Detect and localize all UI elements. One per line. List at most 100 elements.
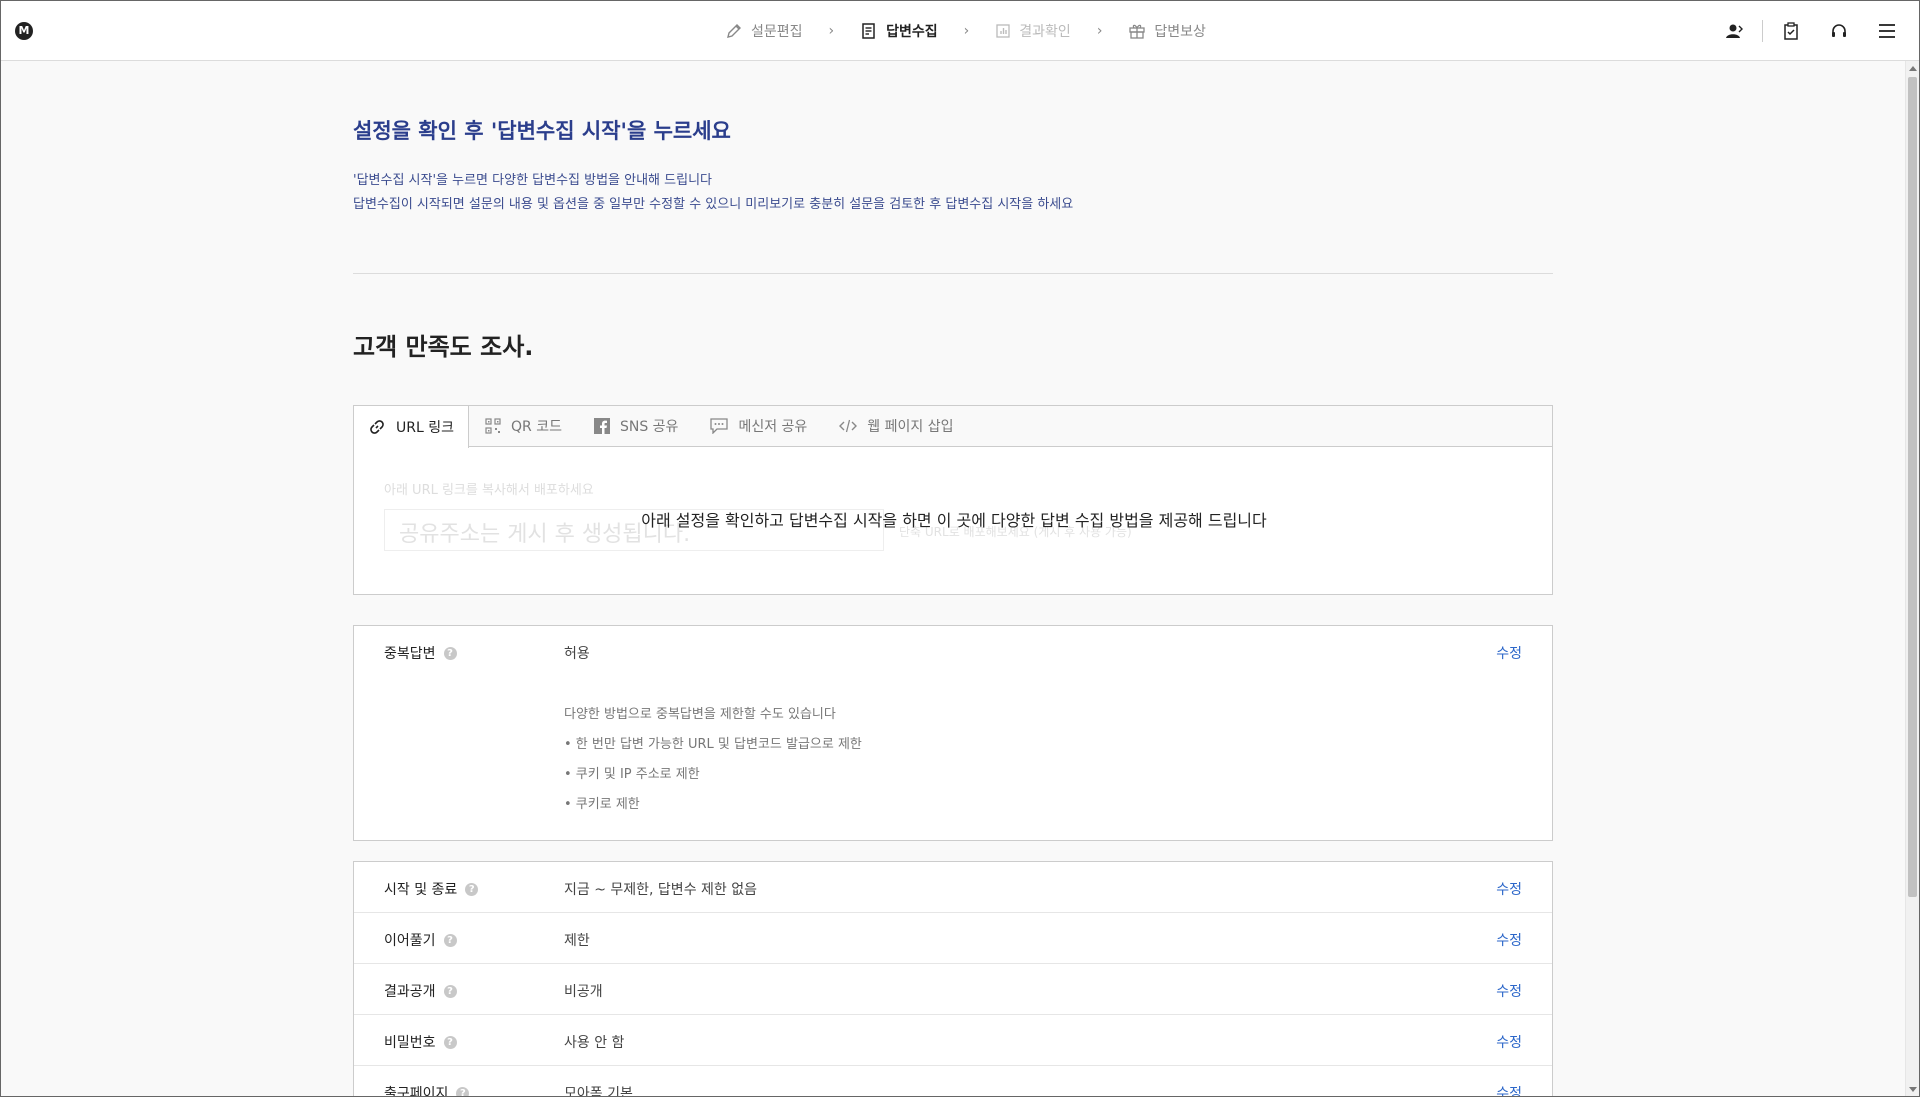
setting-label: 시작 및 종료 ?: [384, 879, 479, 899]
description-line: 답변수집이 시작되면 설문의 내용 및 옵션을 중 일부만 수정할 수 있으니 …: [353, 197, 1074, 212]
menu-button[interactable]: [1863, 1, 1911, 61]
setting-label-text: 결과공개: [384, 984, 436, 1000]
step-label: 설문편집: [751, 24, 803, 40]
link-icon: [370, 420, 384, 434]
edit-link[interactable]: 수정: [1496, 981, 1522, 1001]
setting-label: 출구페이지 ?: [384, 1083, 470, 1097]
headset-icon: [1832, 24, 1846, 37]
step-navigation: 설문편집 › 답변수집 › 결과확인 › 답변보상: [725, 1, 1206, 61]
setting-value: 사용 안 함: [564, 1035, 625, 1051]
tab-label: SNS 공유: [619, 419, 679, 435]
step-rewards[interactable]: 답변보상: [1128, 21, 1206, 41]
page-description: '답변수집 시작'을 누르면 다양한 답변수집 방법을 안내해 드립니다 답변수…: [353, 169, 1073, 217]
note-line: • 쿠키 및 IP 주소로 제한: [564, 767, 700, 782]
setting-label-text: 이어풀기: [384, 933, 436, 949]
setting-label: 비밀번호 ?: [384, 1032, 457, 1052]
gift-icon: [1129, 24, 1146, 39]
share-panel: URL 링크 QR 코드 SNS 공유 메신저 공유 웹 페이지 삽입 아래 U…: [353, 405, 1553, 595]
chevron-right-icon: ›: [1096, 23, 1103, 39]
tab-label: 웹 페이지 삽입: [867, 419, 954, 435]
user-icon: [1726, 24, 1743, 38]
setting-label-text: 비밀번호: [384, 1035, 436, 1051]
share-body: 아래 URL 링크를 복사해서 배포하세요 공유주소는 게시 후 생성됩니다. …: [354, 447, 1552, 594]
note-line: 다양한 방법으로 중복답변을 제한할 수도 있습니다: [564, 707, 836, 722]
qr-code-icon: [485, 418, 501, 434]
setting-row-exit-page: 출구페이지 ? 모아폼 기본 수정: [354, 1066, 1552, 1097]
setting-label: 중복답변 ?: [384, 643, 457, 663]
duplicate-notes: 다양한 방법으로 중복답변을 제한할 수도 있습니다 • 한 번만 답변 가능한…: [564, 700, 862, 820]
help-icon[interactable]: ?: [443, 646, 457, 660]
settings-list: 시작 및 종료 ? 지금 ~ 무제한, 답변수 제한 없음 수정 이어풀기 ? …: [353, 861, 1553, 1097]
share-overlay-message: 아래 설정을 확인하고 답변수집 시작을 하면 이 곳에 다양한 답변 수집 방…: [641, 511, 1267, 530]
setting-label-text: 중복답변: [384, 646, 436, 662]
document-edit-icon: [862, 23, 875, 39]
scroll-up-arrow-icon[interactable]: [1909, 66, 1917, 71]
page-headline: 설정을 확인 후 '답변수집 시작'을 누르세요: [353, 119, 731, 143]
setting-value: 허용: [564, 646, 590, 662]
setting-value: 지금 ~ 무제한, 답변수 제한 없음: [564, 882, 757, 898]
support-button[interactable]: [1815, 1, 1863, 61]
edit-link[interactable]: 수정: [1496, 643, 1522, 663]
setting-label: 결과공개 ?: [384, 981, 457, 1001]
note-line: • 한 번만 답변 가능한 URL 및 답변코드 발급으로 제한: [564, 737, 862, 752]
scroll-thumb[interactable]: [1908, 77, 1917, 897]
setting-row-password: 비밀번호 ? 사용 안 함 수정: [354, 1015, 1552, 1066]
edit-link[interactable]: 수정: [1496, 1032, 1522, 1052]
description-line: '답변수집 시작'을 누르면 다양한 답변수집 방법을 안내해 드립니다: [353, 173, 712, 188]
tab-messenger-share[interactable]: 메신저 공유: [694, 406, 823, 446]
step-view-results: 결과확인: [995, 21, 1071, 41]
pencil-icon: [727, 24, 741, 38]
help-icon[interactable]: ?: [443, 1035, 457, 1049]
top-navigation: M 설문편집 › 답변수집 › 결과확인 › 답변보상: [1, 1, 1919, 61]
facebook-icon: [593, 418, 610, 434]
step-label: 답변보상: [1154, 24, 1206, 40]
tab-sns-share[interactable]: SNS 공유: [578, 406, 694, 446]
clipboard-check-icon: [1784, 22, 1798, 40]
vertical-scrollbar[interactable]: [1905, 61, 1919, 1096]
toolbar-divider: [1762, 20, 1763, 42]
chart-icon: [996, 24, 1010, 38]
tab-qr-code[interactable]: QR 코드: [469, 406, 578, 446]
menu-icon: [1879, 24, 1895, 38]
duplicate-response-box: 중복답변 ? 허용 수정 다양한 방법으로 중복답변을 제한할 수도 있습니다 …: [353, 625, 1553, 841]
tasks-button[interactable]: [1767, 1, 1815, 61]
user-button[interactable]: [1710, 1, 1758, 61]
edit-link[interactable]: 수정: [1496, 930, 1522, 950]
tab-url-link[interactable]: URL 링크: [354, 406, 469, 448]
chevron-right-icon: ›: [963, 23, 970, 39]
chevron-right-icon: ›: [828, 23, 835, 39]
setting-row-start-end: 시작 및 종료 ? 지금 ~ 무제한, 답변수 제한 없음 수정: [354, 862, 1552, 913]
setting-value: 비공개: [564, 984, 603, 1000]
logo-icon[interactable]: M: [15, 22, 33, 40]
setting-value: 모아폼 기본: [564, 1086, 633, 1097]
tab-label: QR 코드: [511, 419, 562, 435]
app-window: M 설문편집 › 답변수집 › 결과확인 › 답변보상 설정을 확인 후 '답변…: [0, 0, 1920, 1097]
step-collect-responses[interactable]: 답변수집: [860, 21, 938, 41]
help-icon[interactable]: ?: [465, 882, 479, 896]
step-edit-survey[interactable]: 설문편집: [725, 21, 803, 41]
setting-label-text: 시작 및 종료: [384, 882, 458, 898]
survey-title: 고객 만족도 조사.: [353, 333, 534, 361]
share-hint: 아래 URL 링크를 복사해서 배포하세요: [384, 483, 594, 498]
setting-label-text: 출구페이지: [384, 1086, 449, 1097]
step-label: 결과확인: [1019, 24, 1071, 40]
chat-icon: [710, 418, 729, 434]
setting-label: 이어풀기 ?: [384, 930, 457, 950]
tab-web-embed[interactable]: 웹 페이지 삽입: [823, 406, 969, 446]
setting-row-resume: 이어풀기 ? 제한 수정: [354, 913, 1552, 964]
help-icon[interactable]: ?: [443, 984, 457, 998]
share-tabs: URL 링크 QR 코드 SNS 공유 메신저 공유 웹 페이지 삽입: [354, 406, 1552, 448]
section-divider: [353, 273, 1553, 274]
edit-link[interactable]: 수정: [1496, 879, 1522, 899]
setting-value: 제한: [564, 933, 590, 949]
step-label: 답변수집: [886, 24, 938, 40]
tab-label: 메신저 공유: [738, 419, 808, 435]
code-icon: [839, 419, 858, 433]
note-line: • 쿠키로 제한: [564, 797, 640, 812]
help-icon[interactable]: ?: [443, 933, 457, 947]
setting-row-result-visibility: 결과공개 ? 비공개 수정: [354, 964, 1552, 1015]
edit-link[interactable]: 수정: [1496, 1083, 1522, 1096]
scroll-down-arrow-icon[interactable]: [1909, 1087, 1917, 1092]
help-icon[interactable]: ?: [456, 1086, 470, 1096]
tab-label: URL 링크: [396, 420, 454, 436]
